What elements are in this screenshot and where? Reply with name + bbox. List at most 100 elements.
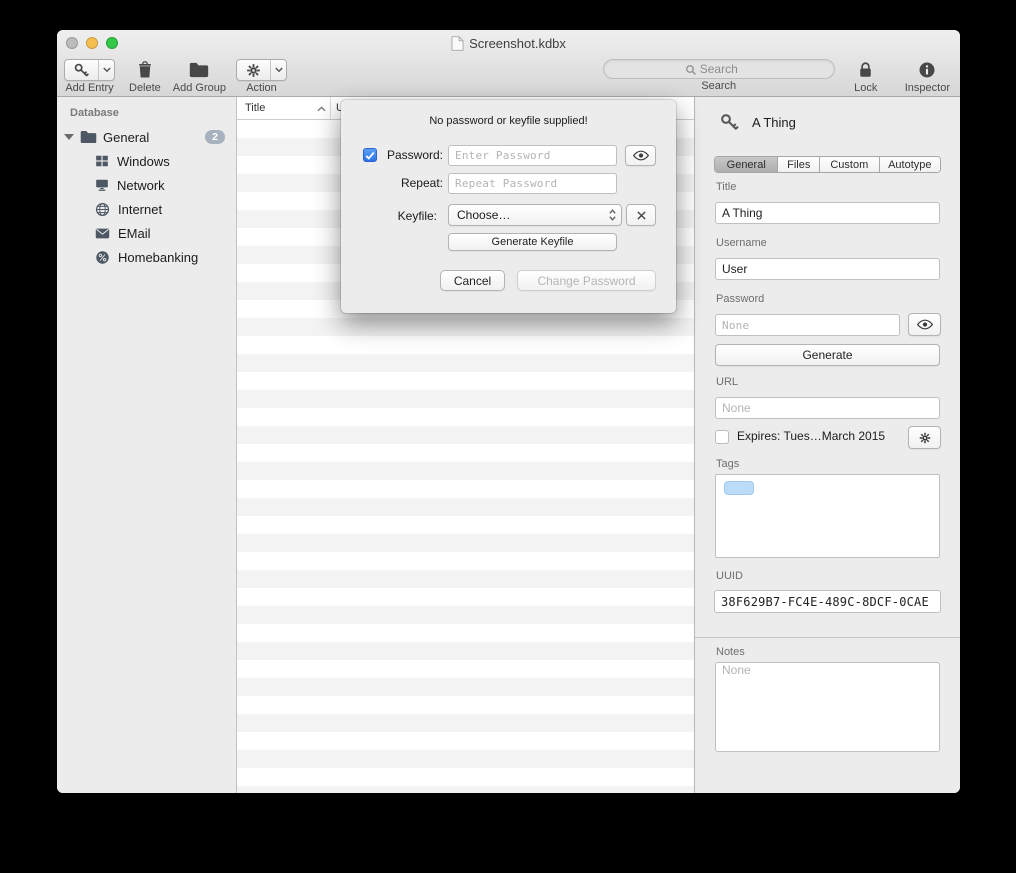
sidebar-item-email[interactable]: EMail [57, 221, 236, 245]
desktop-background: Screenshot.kdbx Add Entry [0, 0, 1016, 873]
sidebar-item-label: Windows [117, 154, 170, 169]
clear-x-icon [636, 210, 647, 221]
gear-icon [237, 60, 271, 80]
tags-box[interactable] [715, 474, 940, 558]
chevron-down-icon [99, 60, 114, 80]
inspector-label: Inspector [905, 82, 950, 94]
username-label: Username [716, 237, 767, 249]
inspector-button[interactable] [912, 59, 942, 81]
window-title-group: Screenshot.kdbx [451, 36, 566, 51]
search-field [603, 59, 835, 79]
toolbar-item-inspector: Inspector [905, 59, 950, 94]
inspector-tabs: General Files Custom Autotype [714, 156, 941, 173]
action-button[interactable] [236, 59, 287, 81]
sidebar-item-network[interactable]: Network [57, 173, 236, 197]
padlock-icon [858, 61, 873, 79]
search-label: Search [701, 80, 736, 92]
sidebar-item-internet[interactable]: Internet [57, 197, 236, 221]
tab-files[interactable]: Files [778, 157, 820, 172]
sort-ascending-icon [317, 106, 326, 112]
sidebar-rows: General 2 Windows Network [57, 125, 236, 269]
notes-field[interactable] [715, 662, 940, 752]
repeat-label: Repeat: [381, 176, 443, 190]
keyfile-label: Keyfile: [377, 209, 437, 223]
column-header-title[interactable]: Title [245, 102, 265, 114]
add-entry-label: Add Entry [65, 82, 113, 94]
add-group-button[interactable] [184, 59, 214, 81]
sidebar-item-windows[interactable]: Windows [57, 149, 236, 173]
envelope-icon [95, 228, 110, 239]
expires-checkbox[interactable] [715, 430, 729, 444]
password-dialog: No password or keyfile supplied! Passwor… [341, 100, 676, 313]
sidebar-header: Database [70, 107, 119, 119]
password-field[interactable] [715, 314, 900, 336]
generate-password-button[interactable]: Generate [715, 344, 940, 366]
search-input[interactable] [604, 60, 834, 78]
sidebar-group-label: General [103, 130, 149, 145]
trash-icon [137, 61, 153, 79]
cancel-button[interactable]: Cancel [440, 270, 505, 291]
add-group-label: Add Group [173, 82, 226, 94]
toolbar: Add Entry Delete [57, 56, 960, 97]
tab-general[interactable]: General [715, 157, 778, 172]
stepper-icon [608, 208, 617, 222]
delete-label: Delete [129, 82, 161, 94]
repeat-password-input[interactable] [448, 173, 617, 194]
delete-button[interactable] [130, 59, 160, 81]
password-checkbox[interactable] [363, 148, 377, 162]
minimize-button[interactable] [86, 37, 98, 49]
keyfile-popup-value: Choose… [457, 208, 608, 222]
generate-keyfile-button[interactable]: Generate Keyfile [448, 233, 617, 251]
expires-settings-button[interactable] [908, 426, 941, 449]
window-title: Screenshot.kdbx [469, 36, 566, 51]
toolbar-item-delete: Delete [129, 59, 161, 94]
keyfile-popup-button[interactable]: Choose… [448, 204, 622, 226]
chevron-down-icon [271, 60, 286, 80]
reveal-password-button[interactable] [625, 145, 656, 166]
column-divider[interactable] [330, 97, 331, 119]
notes-label: Notes [716, 646, 745, 658]
traffic-lights [66, 37, 118, 49]
change-password-button[interactable]: Change Password [517, 270, 656, 291]
password-label: Password [716, 293, 764, 305]
add-entry-button[interactable] [64, 59, 115, 81]
sidebar-group-general[interactable]: General 2 [57, 125, 236, 149]
username-field[interactable] [715, 258, 940, 280]
disclosure-triangle-icon[interactable] [64, 134, 74, 140]
url-field[interactable] [715, 397, 940, 419]
reveal-password-button[interactable] [908, 313, 941, 336]
key-icon [65, 60, 99, 80]
close-button[interactable] [66, 37, 78, 49]
title-label: Title [716, 181, 736, 193]
url-label: URL [716, 376, 738, 388]
app-window: Screenshot.kdbx Add Entry [57, 30, 960, 793]
lock-button[interactable] [851, 59, 881, 81]
info-icon [918, 61, 936, 79]
tag-chip[interactable] [724, 481, 754, 495]
action-label: Action [246, 82, 277, 94]
password-label: Password: [381, 148, 443, 162]
eye-icon [917, 319, 933, 330]
clear-keyfile-button[interactable] [626, 204, 656, 226]
zoom-button[interactable] [106, 37, 118, 49]
inspector-divider [695, 637, 960, 638]
entry-count-badge: 2 [205, 130, 225, 144]
folder-icon [80, 130, 97, 144]
lock-label: Lock [854, 82, 877, 94]
password-input[interactable] [448, 145, 617, 166]
sidebar-item-label: Internet [118, 202, 162, 217]
inspector-panel: A Thing General Files Custom Autotype Ti… [695, 97, 960, 793]
checkmark-icon [365, 151, 375, 160]
tab-autotype[interactable]: Autotype [880, 157, 940, 172]
network-icon [95, 178, 109, 192]
uuid-field[interactable] [714, 590, 941, 613]
sidebar: Database General 2 Windows [57, 97, 237, 793]
toolbar-item-lock: Lock [851, 59, 881, 94]
expires-label: Expires: Tues…March 2015 [737, 429, 885, 443]
toolbar-item-action: Action [236, 59, 287, 94]
title-field[interactable] [715, 202, 940, 224]
tab-custom[interactable]: Custom [820, 157, 879, 172]
toolbar-item-add-group: Add Group [173, 59, 226, 94]
document-icon [451, 36, 464, 51]
sidebar-item-homebanking[interactable]: Homebanking [57, 245, 236, 269]
